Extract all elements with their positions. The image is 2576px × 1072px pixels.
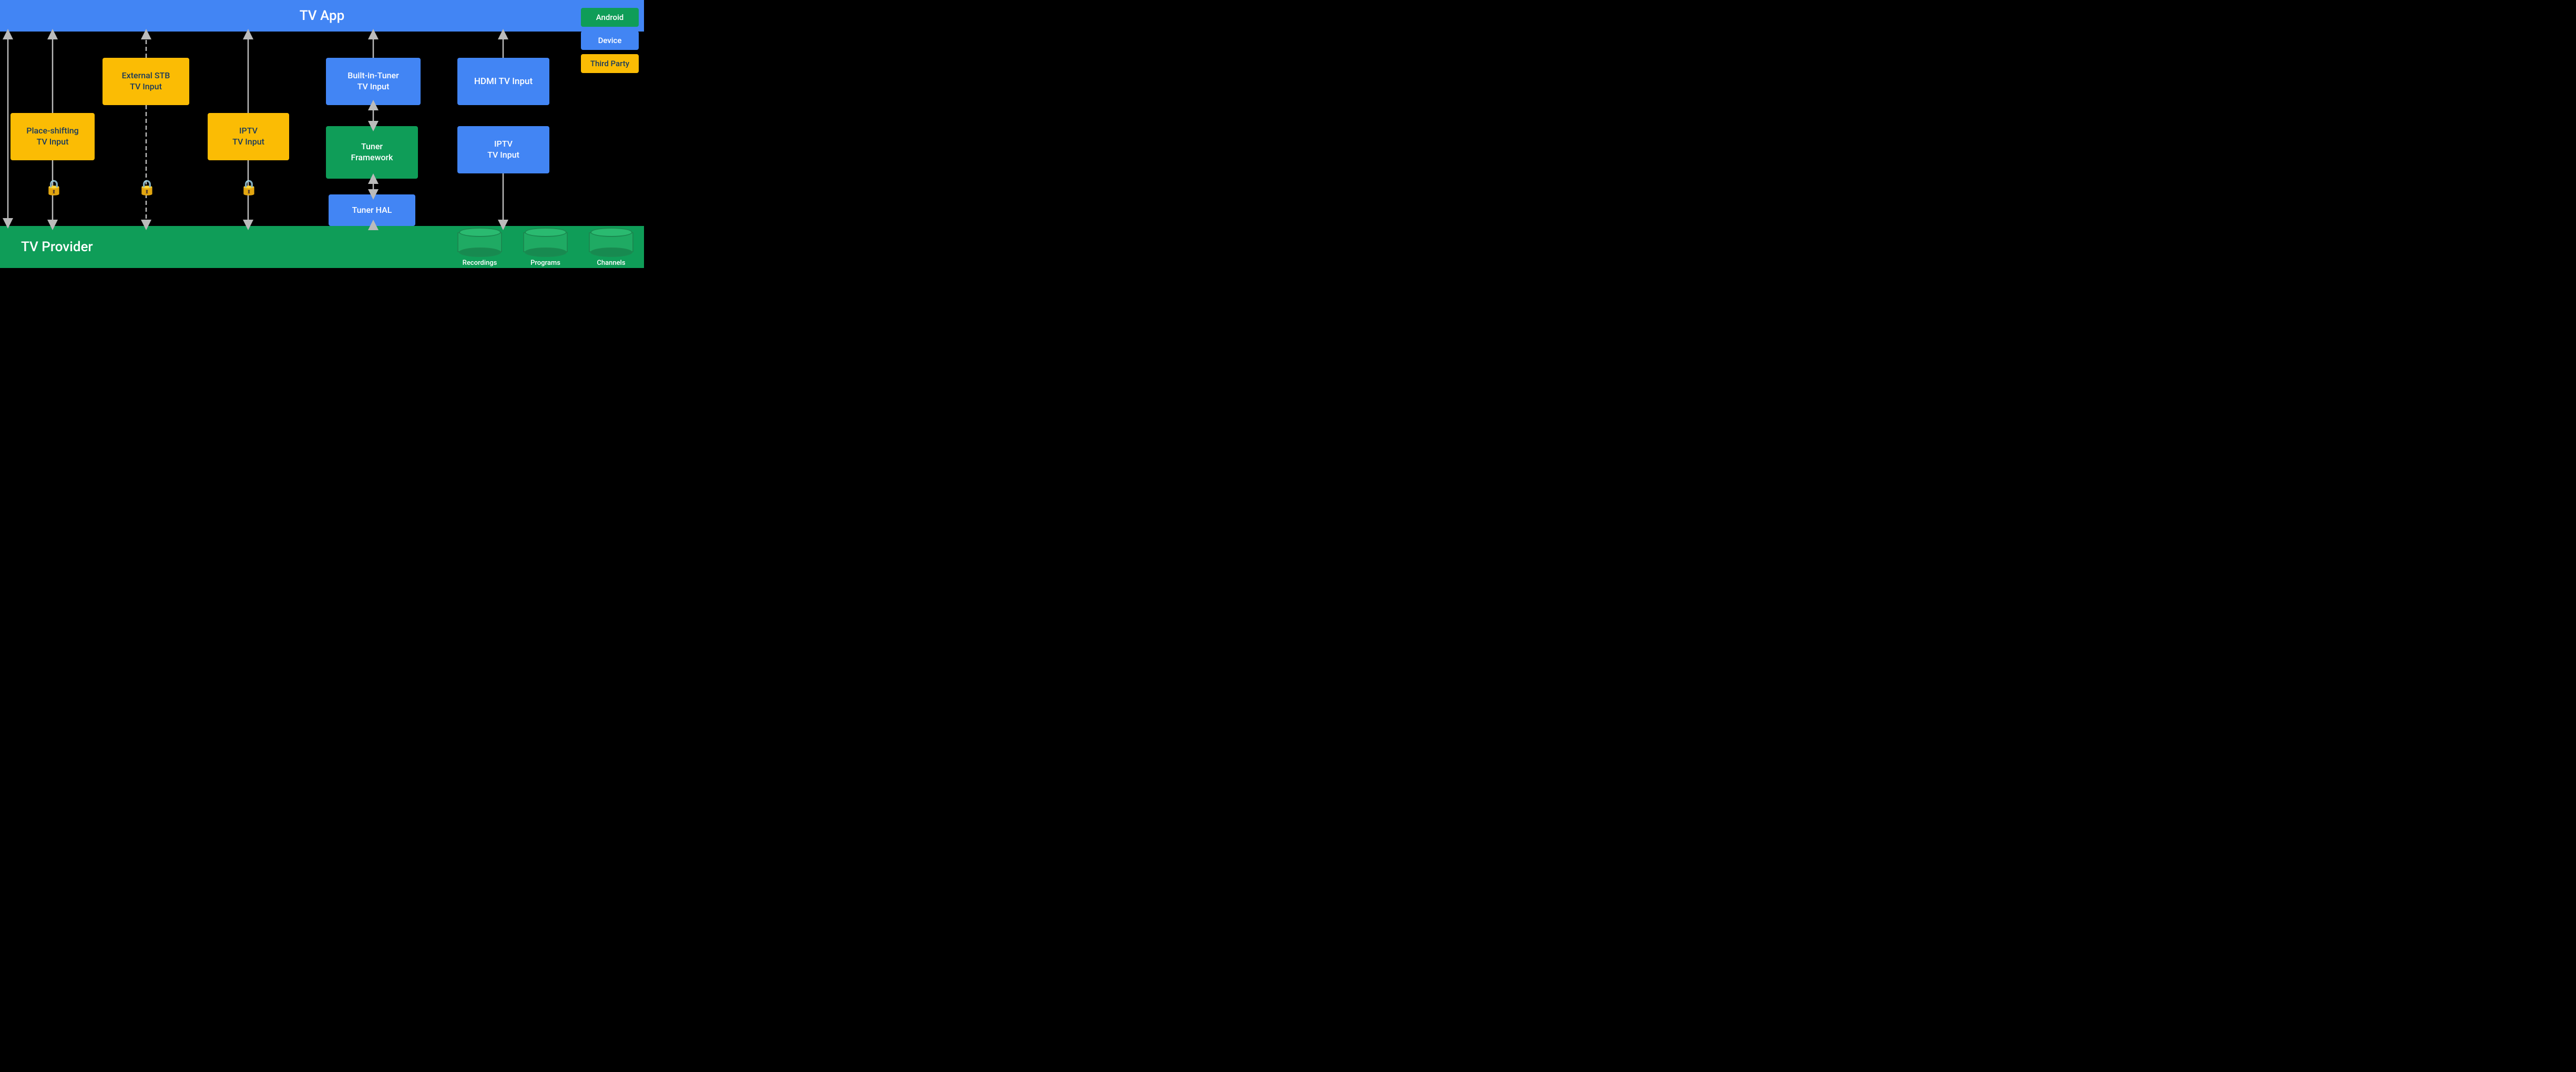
programs-cylinder: Programs xyxy=(523,228,568,267)
tv-provider-bar: TV Provider Recordings Programs Channels xyxy=(0,226,644,268)
legend-device-box: Device xyxy=(581,31,639,50)
lock-icon-2: 🔒 xyxy=(138,179,156,196)
iptv-left-label: IPTV TV Input xyxy=(232,126,264,148)
lock-icon-1: 🔒 xyxy=(45,179,63,196)
channels-cylinder: Channels xyxy=(589,228,633,267)
legend-device-label: Device xyxy=(598,36,622,45)
recordings-label: Recordings xyxy=(463,259,497,267)
legend-third-party: Third Party xyxy=(581,54,639,73)
lock-icon-3: 🔒 xyxy=(240,179,258,196)
tv-app-label: TV App xyxy=(300,8,345,24)
builtin-tuner-label: Built-in-Tuner TV Input xyxy=(347,70,398,92)
iptv-right-label: IPTV TV Input xyxy=(487,139,519,161)
legend-android: Android xyxy=(581,8,639,27)
place-shifting-box: Place-shifting TV Input xyxy=(11,113,95,160)
tuner-framework-box: Tuner Framework xyxy=(326,126,418,179)
legend-android-label: Android xyxy=(596,13,624,22)
tv-app-bar: TV App xyxy=(0,0,644,32)
legend-third-party-box: Third Party xyxy=(581,54,639,73)
channels-label: Channels xyxy=(597,259,625,267)
programs-label: Programs xyxy=(530,259,560,267)
legend: Android Device Third Party xyxy=(581,8,639,73)
tuner-framework-label: Tuner Framework xyxy=(351,141,393,163)
legend-device: Device xyxy=(581,31,639,50)
iptv-right-box: IPTV TV Input xyxy=(457,126,549,173)
tuner-hal-label: Tuner HAL xyxy=(352,205,392,216)
hdmi-tv-input-box: HDMI TV Input xyxy=(457,58,549,105)
place-shifting-label: Place-shifting TV Input xyxy=(26,126,79,148)
tv-provider-label: TV Provider xyxy=(21,239,93,255)
external-stb-box: External STB TV Input xyxy=(103,58,189,105)
recordings-cylinder: Recordings xyxy=(457,228,502,267)
iptv-left-box: IPTV TV Input xyxy=(208,113,289,160)
external-stb-label: External STB TV Input xyxy=(122,70,170,92)
builtin-tuner-box: Built-in-Tuner TV Input xyxy=(326,58,421,105)
tuner-hal-box: Tuner HAL xyxy=(329,194,415,226)
legend-third-party-label: Third Party xyxy=(590,59,629,68)
legend-android-box: Android xyxy=(581,8,639,27)
hdmi-tv-input-label: HDMI TV Input xyxy=(474,76,533,87)
